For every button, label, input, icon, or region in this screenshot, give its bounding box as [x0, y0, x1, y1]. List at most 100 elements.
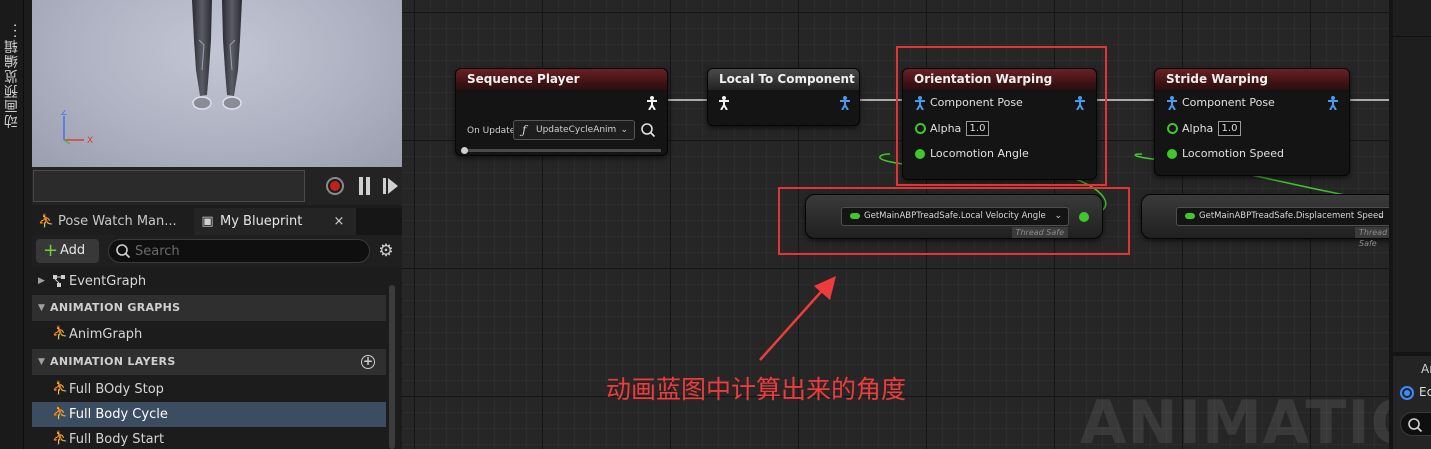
collapse-arrow-icon[interactable]: ▼ [38, 295, 45, 321]
pause-button[interactable] [358, 177, 372, 195]
float-pin-connected-icon[interactable] [1167, 149, 1177, 159]
node-local-to-component[interactable]: Local To Component [707, 68, 860, 126]
pin-label: Component Pose [1182, 96, 1275, 109]
radio-option[interactable] [1400, 386, 1414, 400]
details-label: Ar [1421, 362, 1431, 376]
blueprint-tree: ▶ EventGraph ▼ ANIMATION GRAPHS ⛹ AnimGr… [32, 269, 386, 449]
right-panel-body [1393, 36, 1431, 352]
pose-watch-icon: ⛹ [38, 214, 55, 229]
right-panel-header [1393, 0, 1431, 36]
panel-tabs: ⛹ Pose Watch Man... ▣ My Blueprint × [32, 208, 402, 235]
side-tab-strip: 动画预览编辑... [0, 0, 24, 449]
record-button[interactable] [326, 177, 344, 195]
axis-x-label: X [87, 136, 93, 146]
float-type-icon [1185, 213, 1195, 219]
highlight-box-velocity-angle [778, 187, 1130, 255]
progress-knob[interactable] [461, 147, 468, 154]
section-label: ANIMATION LAYERS [50, 355, 176, 368]
tree-item-layer-selected[interactable]: ⛹ Full Body Cycle [32, 402, 386, 427]
gear-icon[interactable]: ⚙ [376, 241, 396, 261]
pin-locomotion-speed[interactable]: Locomotion Speed [1155, 144, 1349, 164]
viewport-transport-bar [32, 167, 402, 205]
tree-item-label: AnimGraph [69, 327, 143, 342]
node-title: Local To Component [708, 69, 859, 90]
event-graph-icon [53, 275, 65, 287]
anim-layer-icon: ⛹ [52, 406, 69, 421]
search-input[interactable] [135, 242, 355, 260]
timeline-field[interactable] [33, 170, 305, 202]
tab-label: My Blueprint [220, 214, 303, 229]
chevron-down-icon: ⌄ [1377, 211, 1385, 221]
tree-item-layer[interactable]: ⛹ Full Body Start [32, 427, 386, 449]
right-panel-details: Ar Ec [1393, 356, 1431, 449]
close-icon[interactable]: × [330, 208, 348, 235]
function-dropdown[interactable]: ƒ UpdateCycleAnim ⌄ [513, 120, 635, 140]
pin-component-pose[interactable]: Component Pose [1155, 93, 1349, 113]
node-title: Sequence Player [456, 69, 667, 90]
node-sequence-player[interactable]: Sequence Player On Update ƒ UpdateCycleA… [455, 68, 668, 156]
thread-safe-badge: Thread Safe [1355, 227, 1389, 248]
node-title: Stride Warping [1155, 69, 1349, 90]
function-icon: ƒ [522, 123, 527, 137]
add-layer-icon[interactable]: + [361, 355, 375, 369]
graph-watermark: ANIMATION [1080, 388, 1389, 449]
node-get-displacement-speed[interactable]: GetMainABPTreadSafe.Displacement Speed ⌄… [1141, 194, 1389, 248]
tree-item-label: Full Body Start [69, 432, 165, 447]
float-pin-icon[interactable] [1167, 123, 1178, 134]
anim-layer-icon: ⛹ [52, 381, 69, 396]
details-search-box[interactable] [1400, 412, 1431, 436]
tab-pose-watch-manager[interactable]: ⛹ Pose Watch Man... [32, 208, 194, 235]
pin-alpha[interactable]: Alpha 1.0 [1155, 119, 1349, 139]
highlight-box-orientation-warping [896, 46, 1107, 186]
tree-item-label: EventGraph [69, 274, 147, 289]
component-pose-output-pin-icon[interactable] [1327, 96, 1339, 110]
section-label: ANIMATION GRAPHS [50, 301, 181, 314]
pose-input-pin-icon[interactable] [718, 96, 730, 110]
tree-item-label: Full Body Cycle [69, 407, 168, 422]
add-button[interactable]: + Add [36, 239, 99, 263]
tree-item-layer[interactable]: ⛹ Full BOdy Stop [32, 377, 386, 402]
section-animation-layers[interactable]: ▼ ANIMATION LAYERS + [32, 349, 386, 375]
component-pose-input-pin-icon[interactable] [1166, 96, 1178, 110]
anim-graph-icon: ⛹ [52, 326, 69, 341]
property-access-value: GetMainABPTreadSafe.Displacement Speed [1199, 211, 1384, 221]
right-panel: Ar Ec [1389, 0, 1431, 449]
section-animation-graphs[interactable]: ▼ ANIMATION GRAPHS [32, 295, 386, 321]
tree-item-eventgraph[interactable]: ▶ EventGraph [32, 269, 386, 294]
axis-gizmo: Z X [61, 110, 93, 146]
plus-icon: + [43, 240, 59, 261]
annotation-text: 动画蓝图中计算出来的角度 [606, 375, 907, 404]
add-label: Add [60, 243, 86, 258]
radio-label: Ec [1419, 385, 1431, 399]
step-forward-button[interactable] [383, 178, 399, 194]
anim-layer-icon: ⛹ [52, 431, 69, 446]
chevron-down-icon: ⌄ [620, 125, 628, 135]
pin-label: Locomotion Speed [1182, 147, 1284, 160]
playback-progress[interactable] [461, 147, 661, 154]
search-icon[interactable] [640, 122, 656, 138]
alpha-value-field[interactable]: 1.0 [1218, 121, 1241, 136]
tree-item-animgraph[interactable]: ⛹ AnimGraph [32, 322, 386, 347]
search-icon [1408, 418, 1423, 433]
expand-arrow-icon[interactable]: ▶ [38, 269, 45, 294]
search-box [108, 239, 370, 263]
on-update-label: On Update [467, 126, 516, 136]
tree-item-label: Full BOdy Stop [69, 382, 164, 397]
collapse-arrow-icon[interactable]: ▼ [38, 349, 45, 375]
pin-label: Alpha [1182, 122, 1214, 135]
preview-viewport[interactable]: Z X [32, 0, 402, 167]
property-access-dropdown[interactable]: GetMainABPTreadSafe.Displacement Speed ⌄ [1176, 207, 1389, 226]
blueprint-book-icon: ▣ [201, 214, 214, 229]
tree-scrollbar[interactable] [389, 285, 395, 449]
node-stride-warping[interactable]: Stride Warping Component Pose Alpha 1.0 … [1154, 68, 1350, 176]
pose-output-pin-icon[interactable] [646, 96, 658, 110]
anim-graph-canvas[interactable]: ANIMATION Sequence Player On Update ƒ Up… [402, 0, 1389, 449]
annotation-arrow-icon [759, 276, 836, 361]
side-tab-preview-editor[interactable]: 动画预览编辑... [2, 22, 20, 128]
blueprint-toolbar: + Add ⚙ [32, 235, 402, 267]
search-icon [116, 244, 131, 259]
left-panel: Z X ⛹ Pose Watch Man... ▣ My Blueprint ×… [24, 0, 402, 449]
tab-label: Pose Watch Man... [58, 214, 177, 229]
component-pose-output-pin-icon[interactable] [839, 96, 851, 110]
function-value: UpdateCycleAnim [536, 125, 617, 135]
